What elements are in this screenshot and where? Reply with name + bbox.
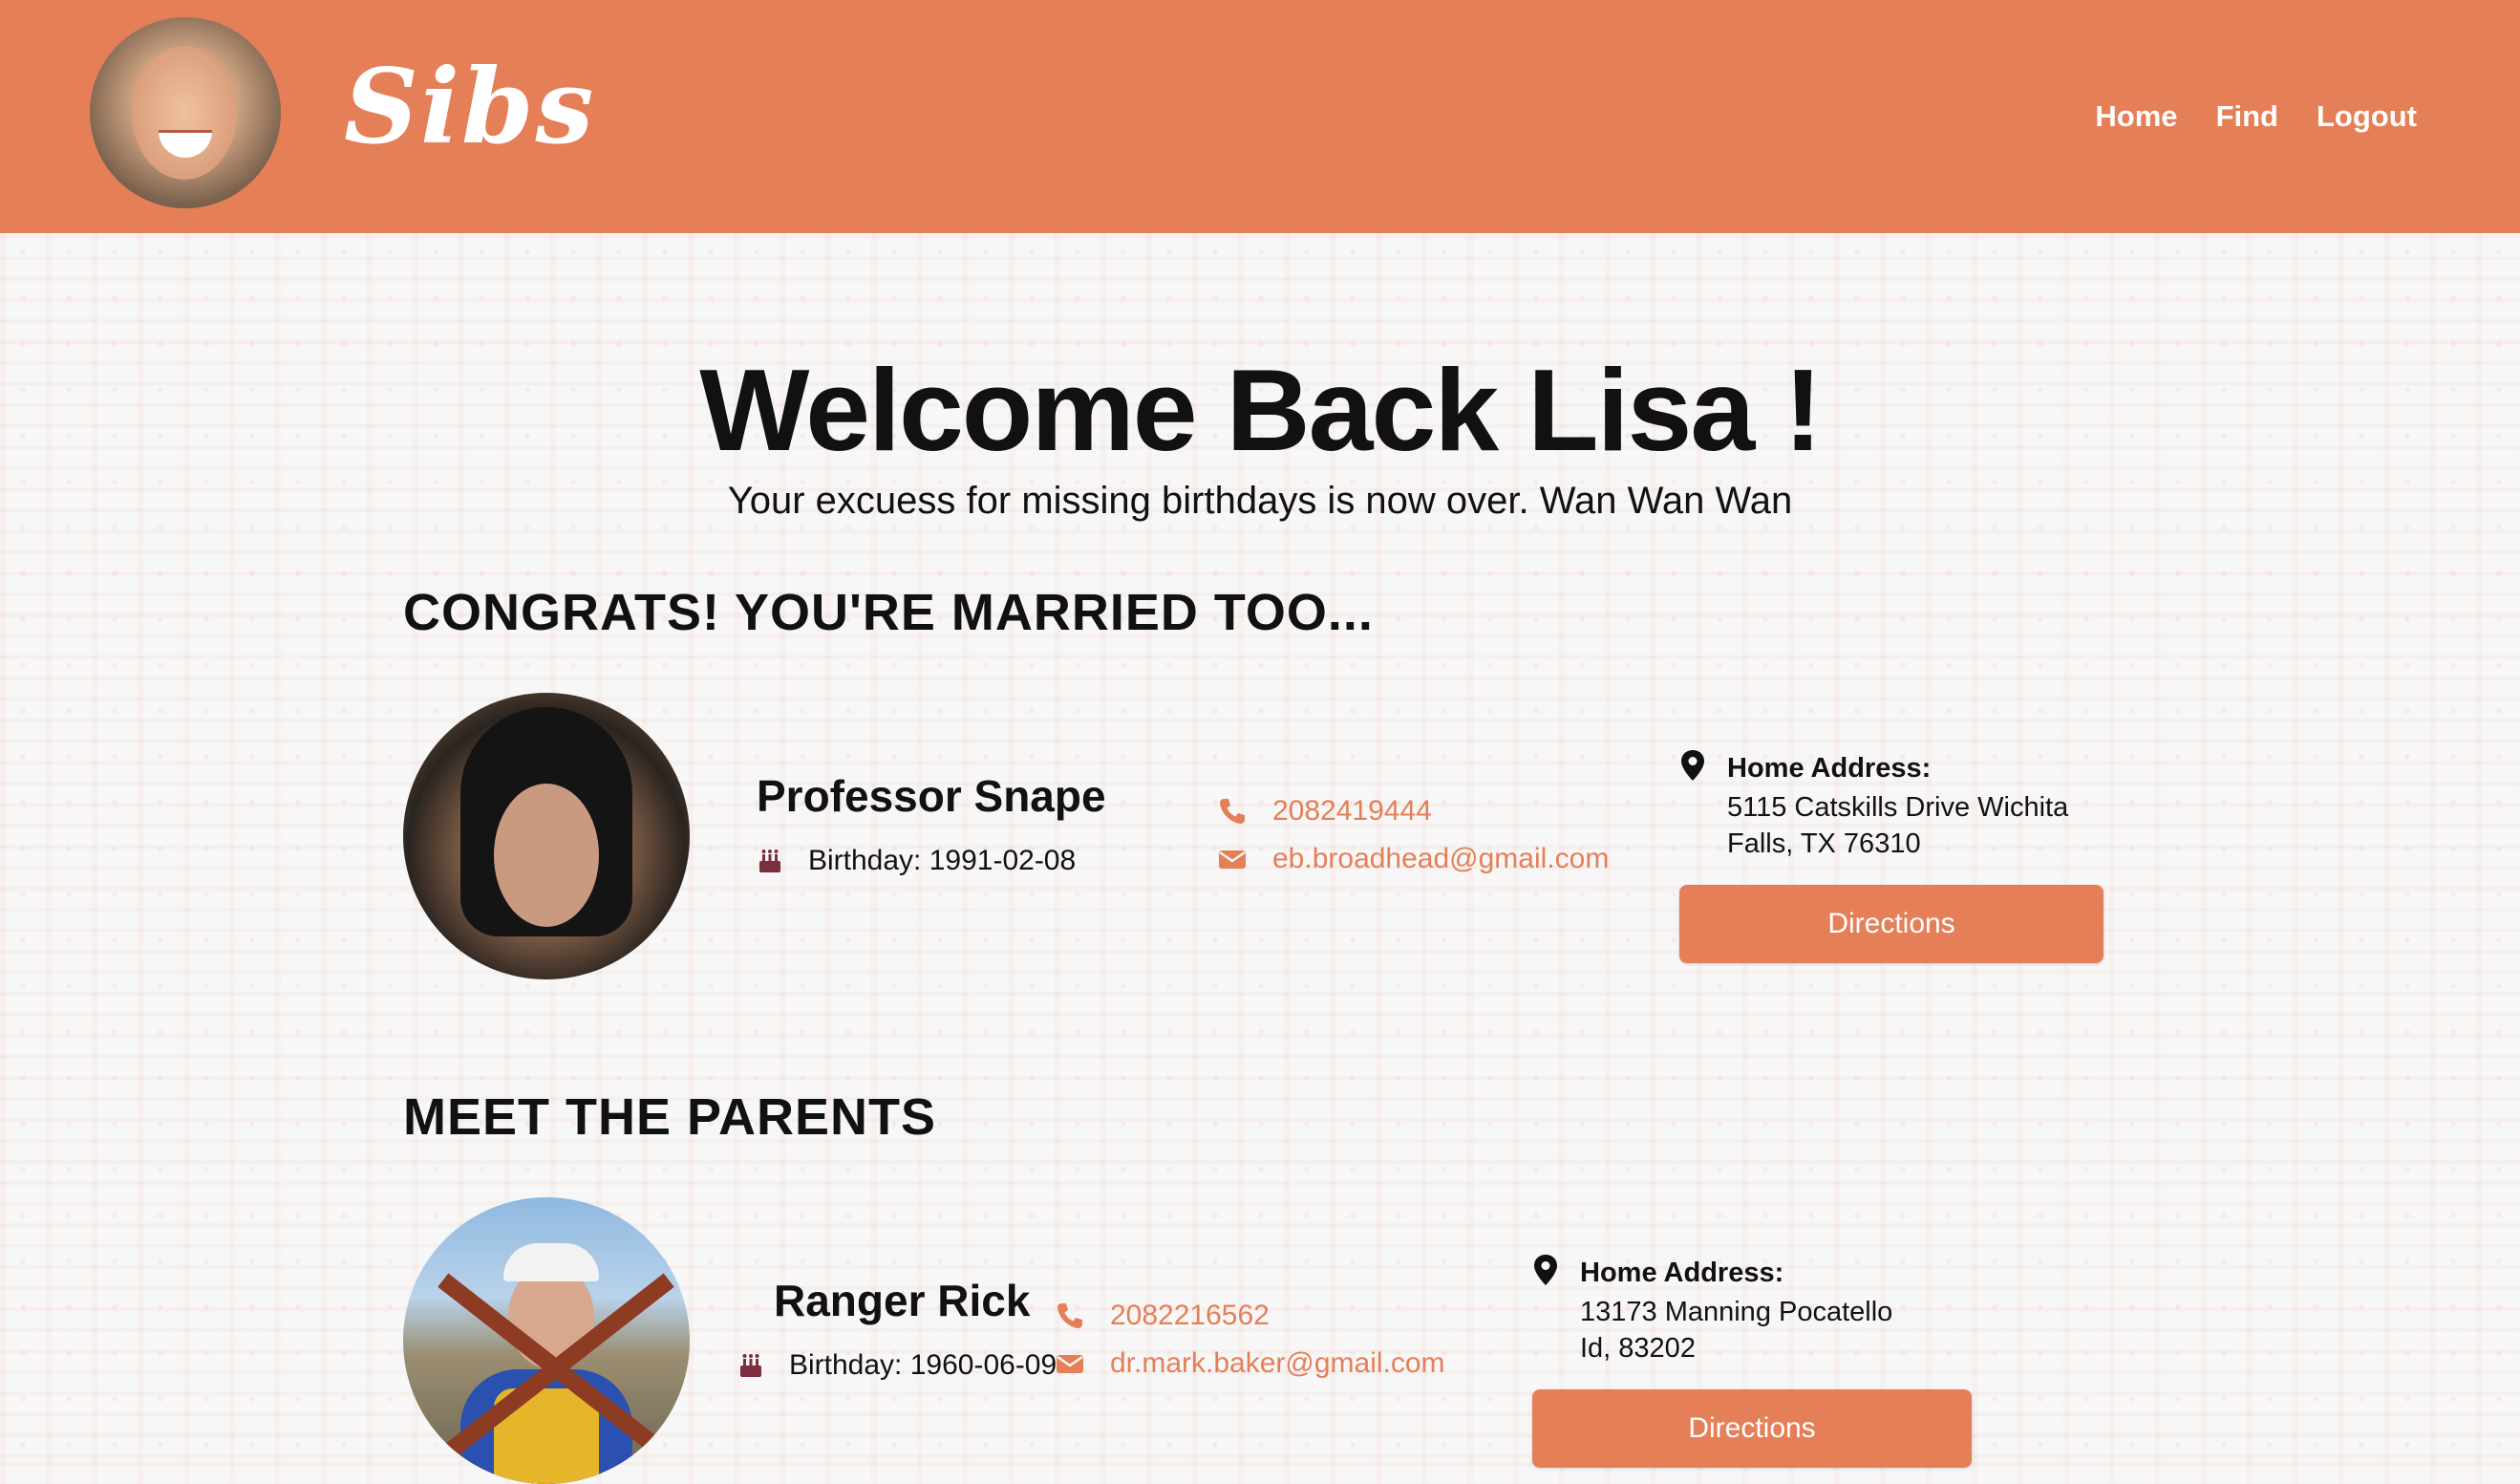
spouse-birthday-text: Birthday: 1991-02-08: [808, 845, 1077, 876]
parent-phone[interactable]: 2082216562: [1055, 1300, 1270, 1332]
main-nav: Home Find Logout: [2095, 99, 2417, 134]
cake-icon: [740, 1354, 761, 1377]
phone-icon: [1057, 1303, 1082, 1328]
parent-phone-link[interactable]: 2082216562: [1110, 1300, 1270, 1332]
user-avatar[interactable]: [90, 17, 281, 208]
site-logo[interactable]: Sibs: [344, 55, 595, 159]
welcome-subtitle: Your excuess for missing birthdays is no…: [727, 480, 1793, 522]
parent-avatar: [403, 1197, 690, 1484]
map-pin-icon: [1681, 750, 1704, 781]
spouse-name: Professor Snape: [757, 771, 1106, 821]
spouse-birthday: Birthday: 1991-02-08: [757, 845, 1076, 877]
address-text: 13173 Manning Pocatello Id, 83202: [1580, 1297, 1893, 1364]
spouse-section-title: CONGRATS! YOU'RE MARRIED TOO...: [403, 584, 1374, 641]
nav-home-link[interactable]: Home: [2095, 99, 2177, 134]
parent-directions-button[interactable]: Directions: [1532, 1389, 1972, 1468]
top-header: Sibs Home Find Logout: [0, 0, 2520, 233]
spouse-phone[interactable]: 2082419444: [1217, 795, 1432, 828]
welcome-title: Welcome Back Lisa !: [699, 345, 1822, 475]
phone-icon: [1220, 799, 1245, 824]
avatar-hat: [503, 1243, 599, 1281]
parent-name: Ranger Rick: [774, 1276, 1031, 1325]
parent-birthday: Birthday: 1960-06-09: [737, 1349, 1057, 1382]
parent-birthday-text: Birthday: 1960-06-09: [789, 1349, 1057, 1381]
avatar-face: [132, 46, 237, 180]
parents-section-title: MEET THE PARENTS: [403, 1088, 937, 1146]
spouse-phone-link[interactable]: 2082419444: [1272, 795, 1432, 828]
spouse-directions-button[interactable]: Directions: [1679, 885, 2104, 963]
address-label: Home Address:: [1727, 753, 1932, 784]
cake-icon: [759, 850, 780, 872]
address-label: Home Address:: [1580, 1258, 1784, 1288]
spouse-email-link[interactable]: eb.broadhead@gmail.com: [1272, 843, 1609, 875]
address-text: 5115 Catskills Drive Wichita Falls, TX 7…: [1727, 792, 2069, 859]
parent-email[interactable]: dr.mark.baker@gmail.com: [1055, 1347, 1445, 1380]
spouse-email[interactable]: eb.broadhead@gmail.com: [1217, 843, 1609, 875]
map-pin-icon: [1534, 1255, 1557, 1285]
avatar-face: [494, 784, 599, 927]
spouse-avatar: [403, 693, 690, 979]
parent-email-link[interactable]: dr.mark.baker@gmail.com: [1110, 1347, 1445, 1380]
nav-logout-link[interactable]: Logout: [2317, 99, 2417, 134]
nav-find-link[interactable]: Find: [2216, 99, 2278, 134]
envelope-icon: [1057, 1355, 1083, 1373]
envelope-icon: [1219, 850, 1246, 869]
